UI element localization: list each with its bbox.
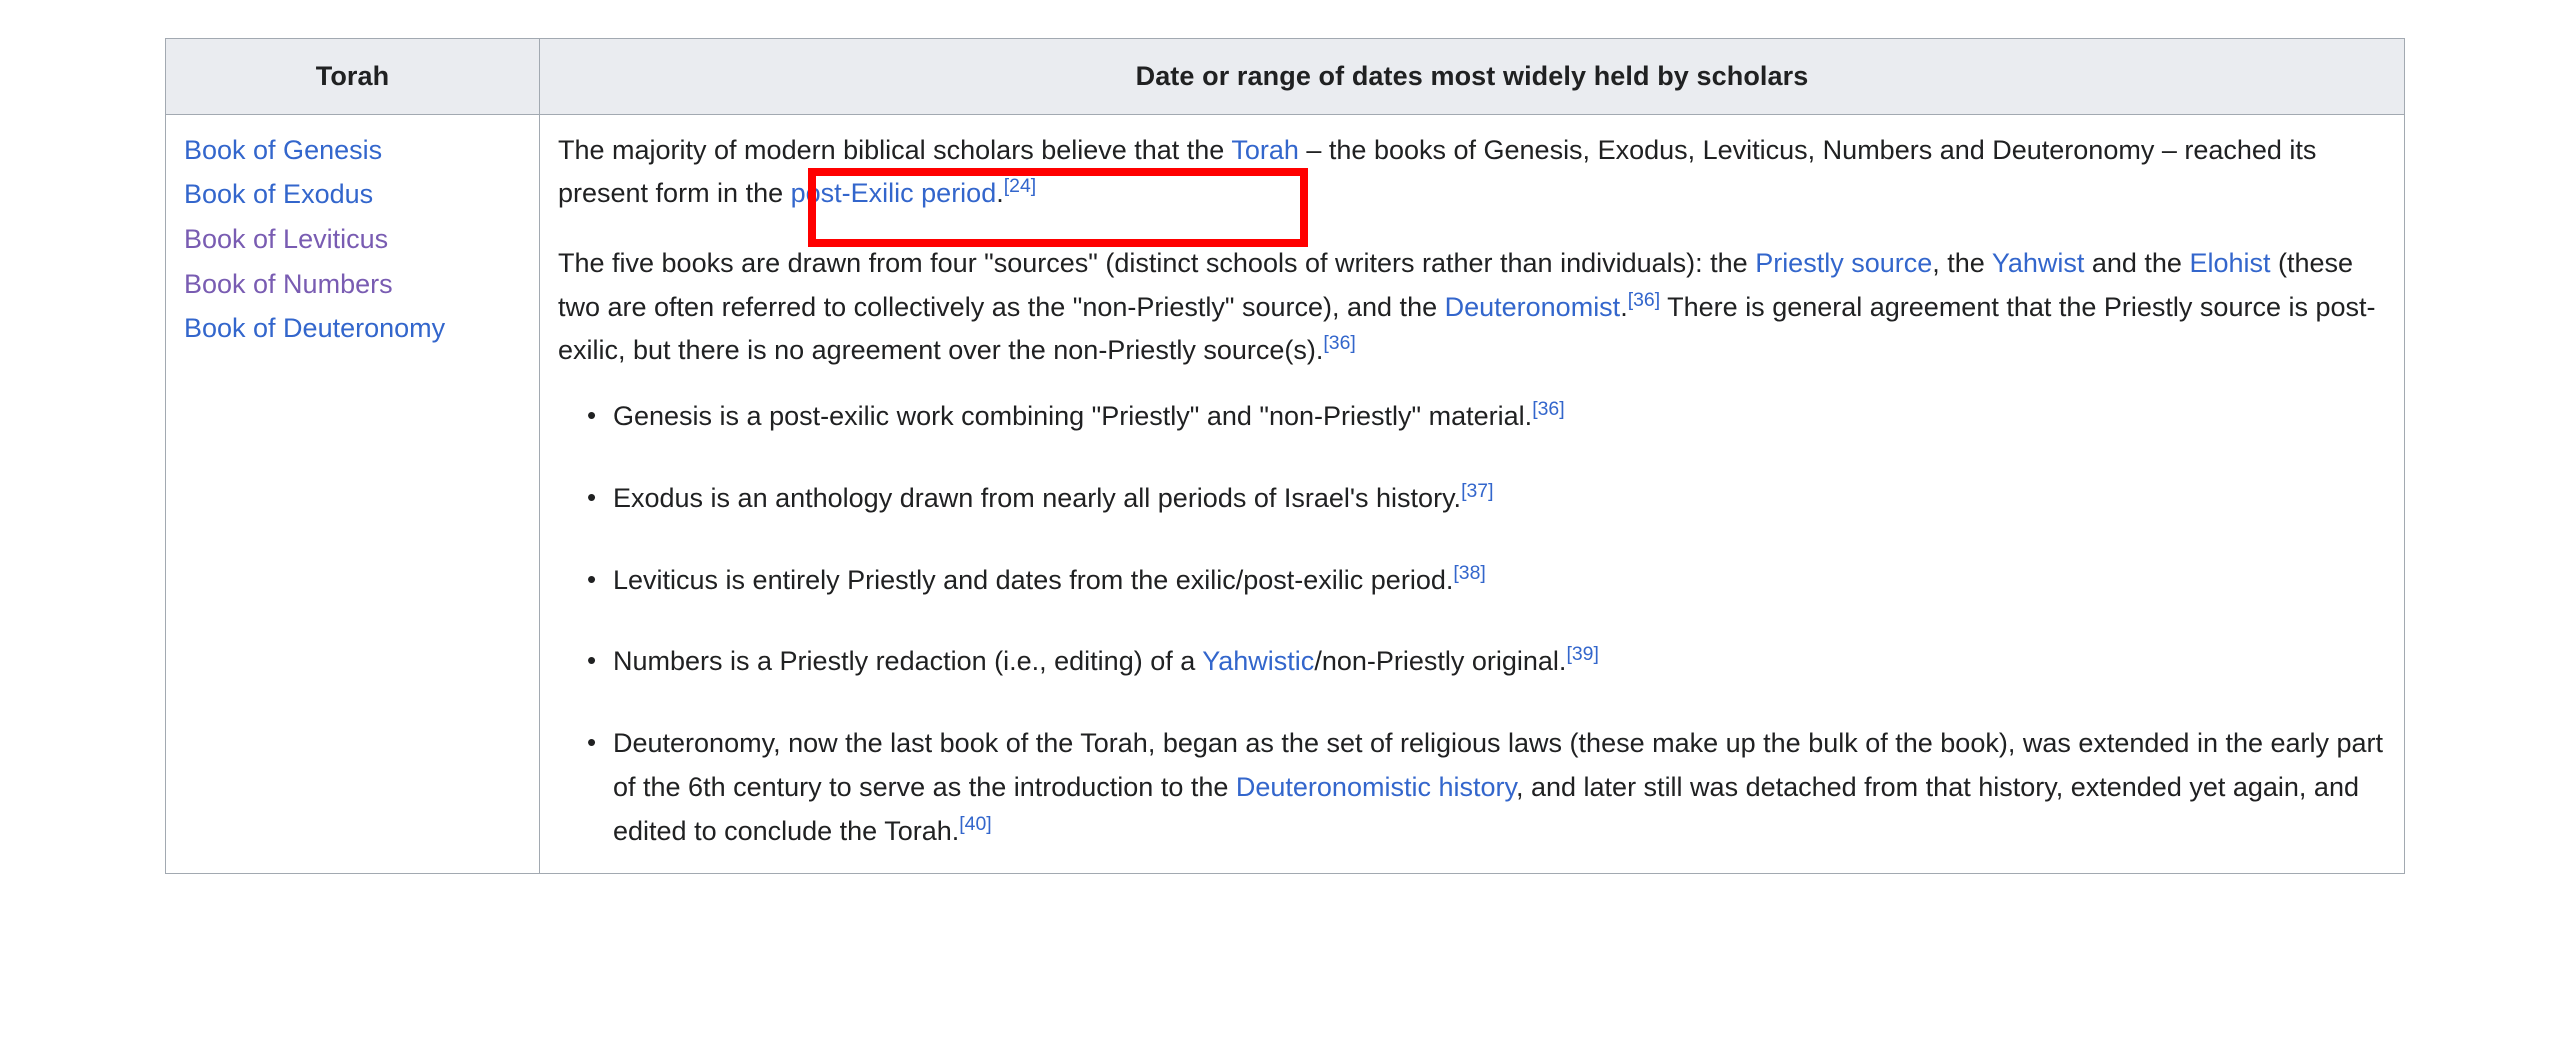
- text-fragment: The majority of modern biblical scholars…: [558, 134, 1232, 165]
- table-row: Book of Genesis Book of Exodus Book of L…: [165, 113, 2405, 875]
- text-fragment: Numbers is a Priestly redaction (i.e., e…: [613, 646, 1203, 677]
- citation-link[interactable]: [38]: [1453, 562, 1485, 584]
- list-item-leviticus: Leviticus is entirely Priestly and dates…: [587, 558, 2386, 603]
- link-post-exilic-period[interactable]: post-Exilic period: [791, 178, 997, 208]
- text-fragment: Exodus is an anthology drawn from nearly…: [613, 482, 1462, 513]
- citation-link[interactable]: [36]: [1628, 289, 1660, 311]
- text-fragment: Genesis is a post-exilic work combining …: [613, 401, 1533, 432]
- citation-link[interactable]: [24]: [1004, 175, 1036, 197]
- link-book-of-genesis[interactable]: Book of Genesis: [184, 135, 382, 165]
- link-book-of-numbers[interactable]: Book of Numbers: [184, 269, 393, 299]
- link-deuteronomistic-history[interactable]: Deuteronomistic history: [1236, 772, 1516, 802]
- citation-ref[interactable]: [36]: [1532, 398, 1564, 420]
- list-item-exodus: Exodus is an anthology drawn from nearly…: [587, 476, 2386, 521]
- citation-ref[interactable]: [39]: [1566, 643, 1598, 665]
- citation-ref[interactable]: [40]: [959, 813, 991, 835]
- citation-ref[interactable]: [38]: [1453, 562, 1485, 584]
- link-book-of-deuteronomy[interactable]: Book of Deuteronomy: [184, 313, 445, 343]
- link-torah[interactable]: Torah: [1231, 135, 1299, 165]
- list-item: Book of Leviticus: [184, 218, 521, 262]
- page-root: Torah Date or range of dates most widely…: [0, 0, 2560, 1048]
- list-item-deuteronomy: Deuteronomy, now the last book of the To…: [587, 721, 2386, 853]
- citation-link[interactable]: [36]: [1532, 398, 1564, 420]
- paragraph-torah-dating: The majority of modern biblical scholars…: [558, 129, 2386, 216]
- citation-ref[interactable]: [36]: [1323, 332, 1355, 354]
- link-book-of-leviticus[interactable]: Book of Leviticus: [184, 224, 388, 254]
- list-item: Book of Numbers: [184, 263, 521, 307]
- citation-link[interactable]: [39]: [1566, 643, 1598, 665]
- citation-link[interactable]: [36]: [1323, 332, 1355, 354]
- text-fragment: Leviticus is entirely Priestly and dates…: [613, 564, 1454, 595]
- column-header-dates: Date or range of dates most widely held …: [539, 38, 2405, 115]
- torah-books-cell: Book of Genesis Book of Exodus Book of L…: [165, 113, 540, 875]
- link-deuteronomist[interactable]: Deuteronomist: [1445, 292, 1621, 322]
- list-item-genesis: Genesis is a post-exilic work combining …: [587, 394, 2386, 439]
- paragraph-documentary-sources: The five books are drawn from four "sour…: [558, 242, 2386, 373]
- list-item: Book of Exodus: [184, 173, 521, 217]
- list-item-numbers: Numbers is a Priestly redaction (i.e., e…: [587, 639, 2386, 684]
- link-priestly-source[interactable]: Priestly source: [1755, 248, 1932, 278]
- link-book-of-exodus[interactable]: Book of Exodus: [184, 179, 373, 209]
- citation-link[interactable]: [40]: [959, 813, 991, 835]
- scholarly-dating-table-container: Torah Date or range of dates most widely…: [165, 38, 2405, 875]
- text-fragment: .: [996, 178, 1004, 209]
- link-elohist[interactable]: Elohist: [2189, 248, 2270, 278]
- link-yahwistic[interactable]: Yahwistic: [1202, 646, 1314, 676]
- text-fragment: .: [1620, 291, 1628, 322]
- text-fragment: /non-Priestly original.: [1314, 646, 1567, 677]
- list-item: Book of Genesis: [184, 129, 521, 173]
- table-header-row: Torah Date or range of dates most widely…: [165, 38, 2405, 115]
- dating-content-cell: The majority of modern biblical scholars…: [539, 113, 2405, 875]
- column-header-torah: Torah: [165, 38, 540, 115]
- list-item: Book of Deuteronomy: [184, 307, 521, 351]
- citation-ref[interactable]: [37]: [1461, 480, 1493, 502]
- torah-books-list: Book of Genesis Book of Exodus Book of L…: [184, 129, 521, 352]
- link-yahwist[interactable]: Yahwist: [1992, 248, 2085, 278]
- citation-link[interactable]: [37]: [1461, 480, 1493, 502]
- citation-ref[interactable]: [24]: [1004, 175, 1036, 197]
- text-fragment: The five books are drawn from four "sour…: [558, 247, 1756, 278]
- text-fragment: , the: [1932, 247, 1992, 278]
- text-fragment: and the: [2084, 247, 2190, 278]
- citation-ref[interactable]: [36]: [1628, 289, 1660, 311]
- book-summary-list: Genesis is a post-exilic work combining …: [558, 394, 2386, 853]
- scholarly-dating-table: Torah Date or range of dates most widely…: [165, 38, 2405, 875]
